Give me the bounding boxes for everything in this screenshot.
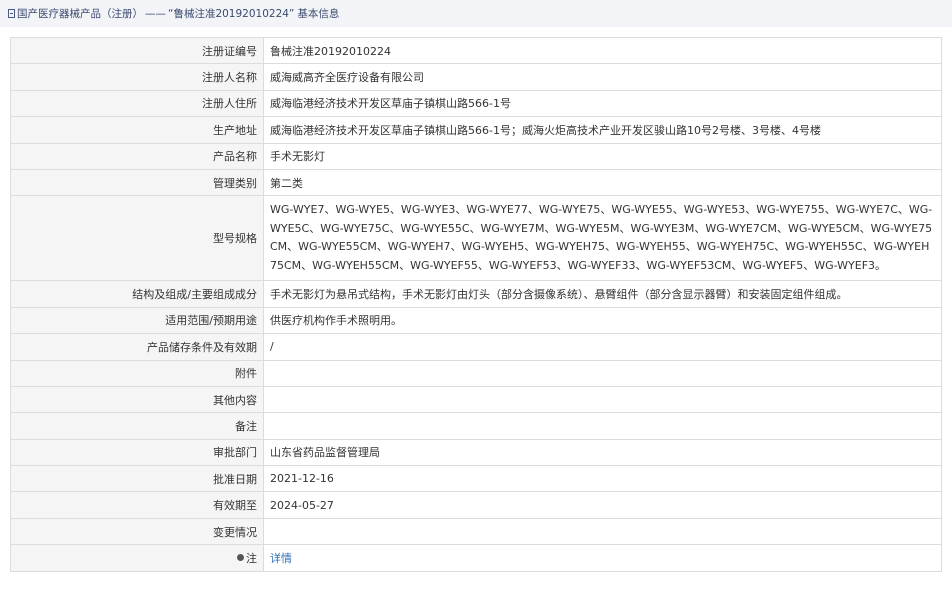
table-row: 产品名称 手术无影灯 [10,142,942,170]
table-row: 结构及组成/主要组成成分 手术无影灯为悬吊式结构，手术无影灯由灯头（部分含摄像系… [10,280,942,308]
table-row-note: 注 详情 [10,544,942,572]
table-row: 型号规格 WG-WYE7、WG-WYE5、WG-WYE3、WG-WYE77、WG… [10,195,942,282]
table-row: 变更情况 [10,517,942,546]
row-label: 附件 [10,359,264,387]
document-icon [8,9,15,18]
breadcrumb: 国产医疗器械产品（注册） —— “鲁械注准20192010224” 基本信息 [0,0,952,27]
table-row: 产品储存条件及有效期 / [10,333,942,361]
row-value: 威海威高齐全医疗设备有限公司 [263,63,942,91]
row-value: 第二类 [263,168,942,197]
row-value: 供医疗机构作手术照明用。 [263,306,942,335]
table-row: 生产地址 威海临港经济技术开发区草庙子镇棋山路566-1号；威海火炬高技术产业开… [10,116,942,144]
table-row: 附件 [10,359,942,387]
row-label: 审批部门 [10,438,264,467]
breadcrumb-suffix: 基本信息 [297,8,340,20]
breadcrumb-separator: —— [145,7,166,20]
row-label: 产品名称 [10,142,264,170]
row-value: 2024-05-27 [263,491,942,519]
row-value [263,359,942,387]
info-pin-icon [237,554,244,562]
row-label: 结构及组成/主要组成成分 [10,280,264,308]
row-label: 注册人名称 [10,63,264,91]
row-value: 威海临港经济技术开发区草庙子镇棋山路566-1号 [263,89,942,118]
note-label: 注 [246,551,257,565]
note-value-cell: 详情 [263,544,942,572]
row-value: 手术无影灯 [263,142,942,170]
registration-info-table: 注册证编号 鲁械注准20192010224 注册人名称 威海威高齐全医疗设备有限… [10,36,942,572]
table-row: 注册证编号 鲁械注准20192010224 [10,36,942,65]
table-row: 其他内容 [10,385,942,414]
row-value [263,412,942,440]
row-label: 适用范围/预期用途 [10,306,264,335]
table-row: 有效期至 2024-05-27 [10,491,942,519]
row-value [263,385,942,414]
row-value: 2021-12-16 [263,465,942,493]
table-row: 管理类别 第二类 [10,168,942,197]
row-value [263,517,942,546]
table-row: 备注 [10,412,942,440]
row-value: 威海临港经济技术开发区草庙子镇棋山路566-1号；威海火炬高技术产业开发区骏山路… [263,116,942,144]
row-label: 注册人住所 [10,89,264,118]
row-label: 有效期至 [10,491,264,519]
row-label: 生产地址 [10,116,264,144]
row-label: 备注 [10,412,264,440]
row-value: 手术无影灯为悬吊式结构，手术无影灯由灯头（部分含摄像系统）、悬臂组件（部分含显示… [263,280,942,308]
row-value: WG-WYE7、WG-WYE5、WG-WYE3、WG-WYE77、WG-WYE7… [263,195,942,282]
table-row: 适用范围/预期用途 供医疗机构作手术照明用。 [10,306,942,335]
row-label: 产品储存条件及有效期 [10,333,264,361]
row-label: 变更情况 [10,517,264,546]
row-label: 批准日期 [10,465,264,493]
breadcrumb-root[interactable]: 国产医疗器械产品（注册） [17,6,143,21]
note-label-cell: 注 [10,544,264,572]
row-label: 管理类别 [10,168,264,197]
table-row: 注册人名称 威海威高齐全医疗设备有限公司 [10,63,942,91]
table-row: 批准日期 2021-12-16 [10,465,942,493]
row-value: 鲁械注准20192010224 [263,36,942,65]
table-row: 注册人住所 威海临港经济技术开发区草庙子镇棋山路566-1号 [10,89,942,118]
detail-link[interactable]: 详情 [270,552,292,565]
row-label: 注册证编号 [10,36,264,65]
row-label: 其他内容 [10,385,264,414]
table-row: 审批部门 山东省药品监督管理局 [10,438,942,467]
row-value: 山东省药品监督管理局 [263,438,942,467]
row-value: / [263,333,942,361]
breadcrumb-current: “鲁械注准20192010224” [168,8,295,20]
row-label: 型号规格 [10,195,264,282]
